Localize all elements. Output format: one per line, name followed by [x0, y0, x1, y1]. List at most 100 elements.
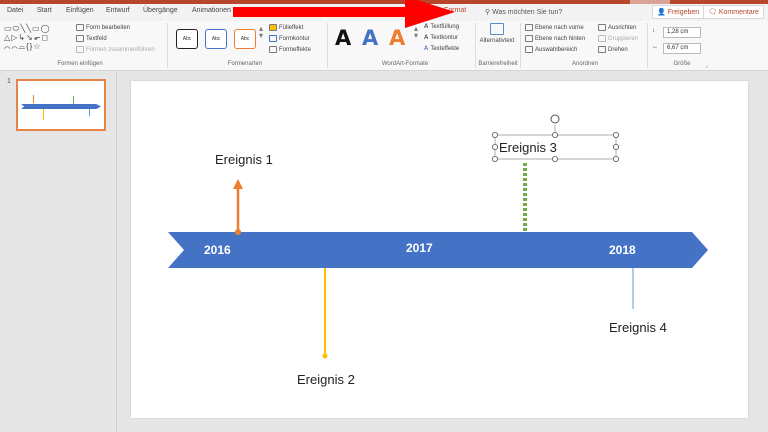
thumbnail-event-line: [33, 95, 34, 103]
width-icon: ↔: [652, 44, 658, 50]
group-divider: [327, 23, 328, 68]
ribbon-tab-bar: Datei Start Einfügen Entwurf Übergänge A…: [0, 4, 768, 23]
wordart-orange[interactable]: A: [389, 26, 405, 50]
edit-shape-button[interactable]: Form bearbeiten: [76, 24, 130, 31]
textbox-label: Textfeld: [86, 35, 107, 42]
thumbnail-event-line: [43, 109, 44, 120]
event-3-label[interactable]: Ereignis 3: [499, 140, 557, 155]
group-label-size: Größe: [673, 61, 691, 67]
tell-me-search[interactable]: ⚲ Was möchten Sie tun?: [485, 8, 562, 16]
thumbnail-event-line: [89, 109, 90, 116]
tab-animationen[interactable]: Animationen: [192, 7, 231, 14]
edit-shape-label: Form bearbeiten: [86, 24, 131, 31]
selection-handle: [491, 132, 498, 139]
shape-style-blue[interactable]: Abc: [205, 29, 227, 49]
merge-shapes-button[interactable]: Formen zusammenführen: [76, 46, 155, 53]
tab-start[interactable]: Start: [37, 7, 52, 14]
shape-effects-icon: [269, 46, 277, 53]
shape-outline-label: Formkontur: [279, 35, 310, 42]
event-2-endpoint: [322, 353, 328, 359]
shape-width-field[interactable]: 6,67 cm: [663, 43, 701, 54]
group-objects-button[interactable]: Gruppieren: [598, 35, 638, 42]
rotation-handle: [550, 114, 560, 124]
selection-handle: [612, 156, 619, 163]
shape-fill-button[interactable]: Fülleffekt: [269, 24, 303, 31]
text-effects-icon: A: [424, 46, 429, 52]
event-2-label[interactable]: Ereignis 2: [297, 372, 355, 387]
size-dialog-launcher-icon[interactable]: ⌟: [705, 62, 708, 69]
selection-pane-button[interactable]: Auswahlbereich: [525, 46, 577, 53]
rotate-button[interactable]: Drehen: [598, 46, 628, 53]
event-1-arrowhead: [233, 179, 243, 189]
comments-button[interactable]: 🗨 Kommentare: [703, 5, 764, 19]
text-fill-label: Textfüllung: [430, 24, 460, 30]
fill-bucket-icon: [269, 24, 277, 31]
selection-pane-icon: [525, 46, 533, 53]
text-effects-label: Texteffekte: [430, 46, 460, 52]
text-effects-button[interactable]: A Texteffekte: [424, 46, 459, 52]
shape-gallery[interactable]: ▭⬭╲╲▭◯ △▷↳↘⬐◻ ⌒⌒⌓{}☆: [4, 24, 64, 56]
selection-handle: [551, 132, 558, 139]
slide-thumbnail[interactable]: [16, 79, 106, 131]
edit-shape-icon: [76, 24, 84, 31]
height-icon: ↕: [652, 28, 655, 34]
selection-handle: [612, 144, 619, 151]
wordart-blue[interactable]: A: [362, 26, 378, 50]
align-label: Ausrichten: [608, 24, 637, 31]
alt-text-icon: [490, 23, 504, 35]
selection-handle: [551, 156, 558, 163]
tab-entwurf[interactable]: Entwurf: [106, 7, 130, 14]
wordart-gallery-scroll[interactable]: ▴ ▾: [414, 25, 418, 40]
thumbnail-event-line: [73, 96, 74, 104]
tab-format[interactable]: Format: [444, 7, 466, 14]
shape-style-orange[interactable]: Abc: [234, 29, 256, 49]
group-icon: [598, 35, 606, 42]
group-label-wordart: WordArt-Formate: [381, 61, 429, 67]
group-label-accessibility: Barrierefreiheit: [478, 61, 518, 67]
send-backward-button[interactable]: Ebene nach hinten: [525, 35, 585, 42]
bring-forward-button[interactable]: Ebene nach vorne: [525, 24, 584, 31]
shape-outline-button[interactable]: Formkontur: [269, 35, 310, 42]
shape-style-gallery-scroll[interactable]: ▴ ▾: [259, 25, 263, 40]
event-4-label[interactable]: Ereignis 4: [609, 320, 667, 335]
year-2016-label: 2016: [204, 243, 231, 257]
align-icon: [598, 24, 606, 31]
group-divider: [647, 23, 648, 68]
share-icon: 👤: [657, 9, 666, 16]
share-button[interactable]: 👤 Freigeben: [652, 5, 705, 19]
tab-datei[interactable]: Datei: [7, 7, 23, 14]
textbox-icon: [76, 35, 84, 42]
comments-label: Kommentare: [718, 9, 759, 16]
shape-fill-label: Fülleffekt: [279, 24, 304, 31]
search-placeholder: Was möchten Sie tun?: [492, 9, 563, 16]
tab-einfuegen[interactable]: Einfügen: [66, 7, 94, 14]
slide-canvas[interactable]: 2016 2017 2018 Ereignis 1 Ereignis 2 Ere…: [131, 81, 748, 418]
year-2018-label: 2018: [609, 243, 636, 257]
event-1-label[interactable]: Ereignis 1: [215, 152, 273, 167]
bring-forward-icon: [525, 24, 533, 31]
pen-icon: [269, 35, 277, 42]
shape-style-black[interactable]: Abc: [176, 29, 198, 49]
wordart-black[interactable]: A: [335, 26, 351, 50]
slide-number: 1: [7, 78, 11, 85]
comment-icon: 🗨: [708, 9, 717, 16]
shape-effects-button[interactable]: Formeffekte: [269, 46, 311, 53]
align-button[interactable]: Ausrichten: [598, 24, 636, 31]
shape-height-field[interactable]: 1,28 cm: [663, 27, 701, 38]
rotate-label: Drehen: [608, 46, 628, 53]
group-objects-label: Gruppieren: [608, 35, 639, 42]
slide-thumbnail-pane: 1: [0, 72, 117, 432]
group-label-insert-shapes: Formen einfügen: [57, 61, 103, 67]
selection-handle: [612, 132, 619, 139]
merge-shapes-label: Formen zusammenführen: [86, 46, 155, 53]
search-icon: ⚲: [485, 9, 491, 16]
tab-uebergaenge[interactable]: Übergänge: [143, 7, 178, 14]
text-fill-button[interactable]: A Textfüllung: [424, 24, 459, 30]
alt-text-button[interactable]: Alternativtext: [478, 23, 516, 44]
textbox-button[interactable]: Textfeld: [76, 35, 107, 42]
text-outline-button[interactable]: A Textkontur: [424, 35, 458, 41]
event-1-anchor: [235, 229, 241, 235]
group-divider: [520, 23, 521, 68]
send-backward-label: Ebene nach hinten: [535, 35, 586, 42]
bring-forward-label: Ebene nach vorne: [535, 24, 584, 31]
